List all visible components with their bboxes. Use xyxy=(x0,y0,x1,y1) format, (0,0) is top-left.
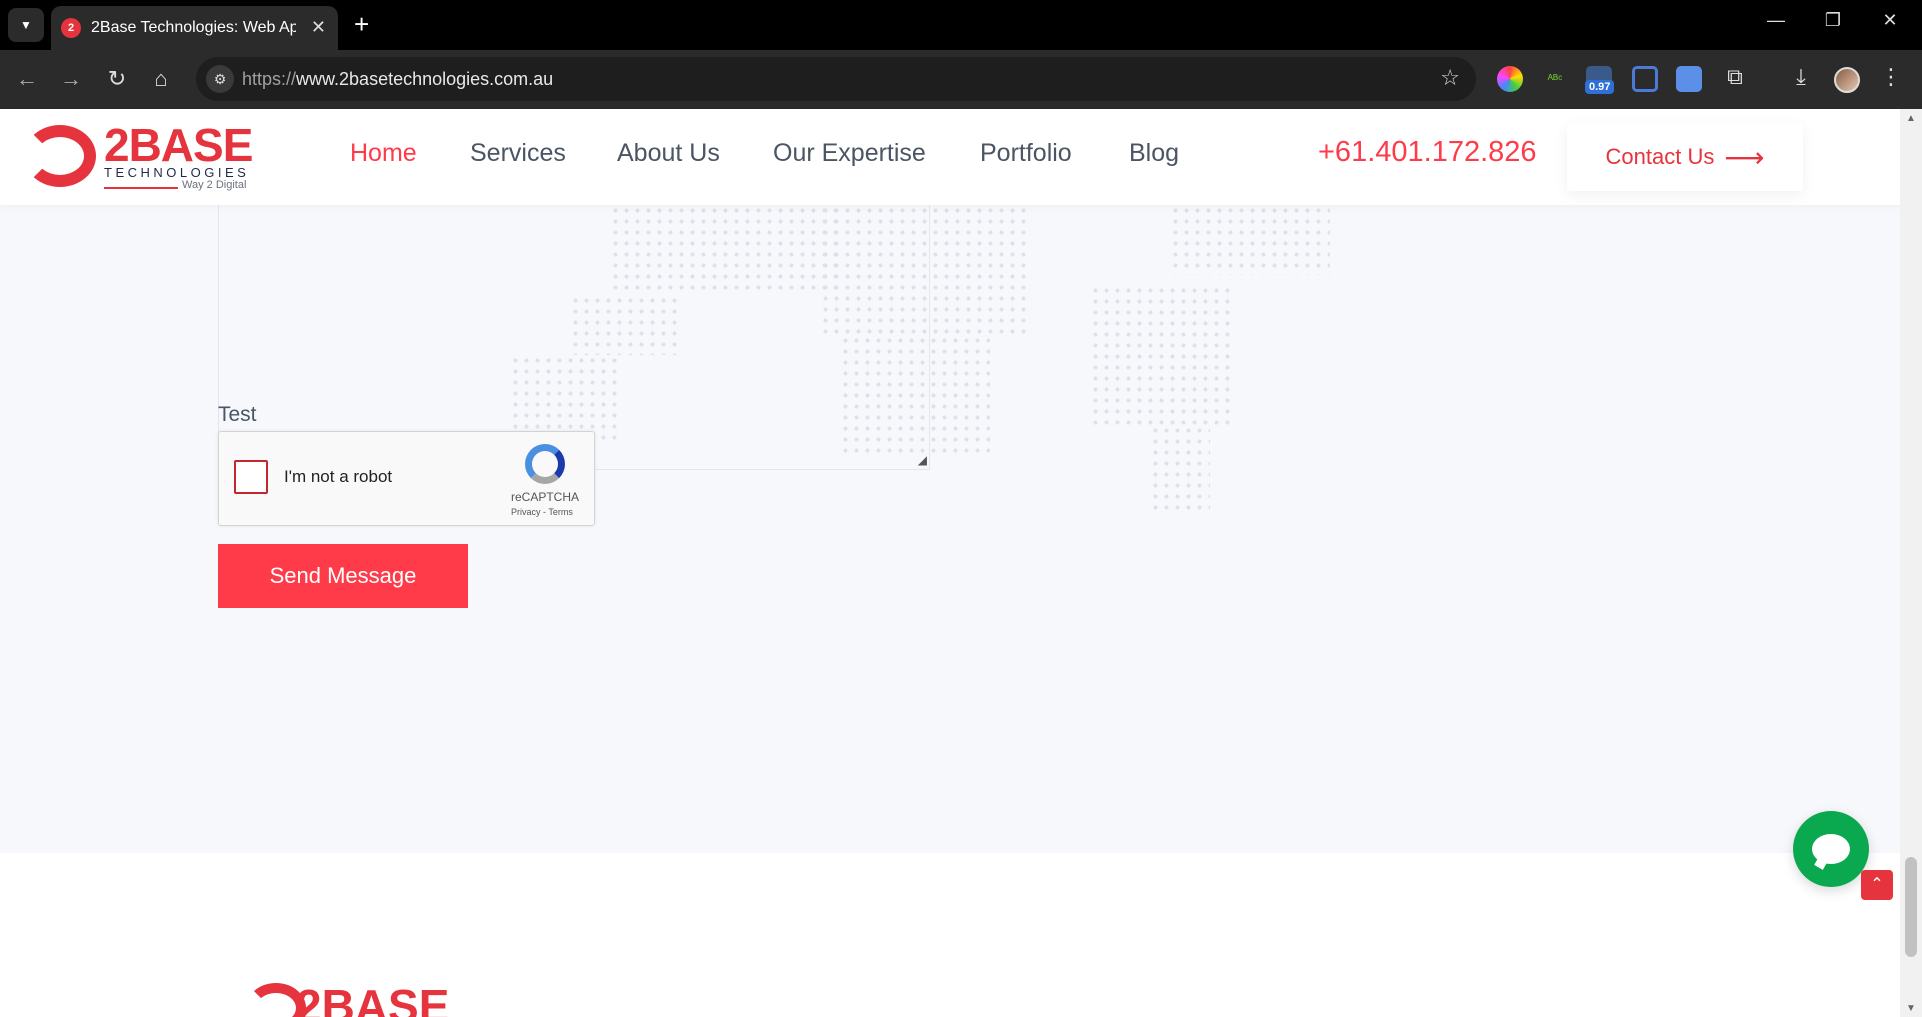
new-tab-button[interactable]: + xyxy=(354,9,369,39)
tab-title: 2Base Technologies: Web Applic xyxy=(91,19,296,36)
scroll-down-icon[interactable]: ▼ xyxy=(1906,1003,1916,1014)
site-favicon-icon: 2 xyxy=(61,18,81,38)
page-scrollbar[interactable]: ▲ ▼ xyxy=(1900,109,1922,1017)
logo-tagline: Way 2 Digital xyxy=(182,179,247,191)
extension-badge: 0.97 xyxy=(1585,80,1615,94)
bookmark-star-icon[interactable]: ☆ xyxy=(1440,65,1460,91)
browser-tab-active[interactable]: 2 2Base Technologies: Web Applic ✕ xyxy=(51,6,338,50)
recaptcha-widget: I'm not a robot reCAPTCHA Privacy - Term… xyxy=(218,431,595,526)
nav-home[interactable]: Home xyxy=(350,139,417,168)
phone-link[interactable]: +61.401.172.826 xyxy=(1318,136,1537,169)
nav-our-expertise[interactable]: Our Expertise xyxy=(773,139,926,168)
scrollbar-thumb[interactable] xyxy=(1905,857,1917,957)
extensions-puzzle-icon[interactable]: ⧉ xyxy=(1720,64,1750,90)
nav-about-us[interactable]: About Us xyxy=(617,139,720,168)
chevron-down-icon: ▼ xyxy=(20,18,32,32)
url-text[interactable]: https://www.2basetechnologies.com.au xyxy=(242,69,553,90)
nav-blog[interactable]: Blog xyxy=(1129,139,1179,168)
close-window-icon[interactable]: ✕ xyxy=(1870,10,1910,31)
footer-logo-text: 2BASE xyxy=(296,980,450,1017)
docs-extension-icon[interactable] xyxy=(1676,66,1702,92)
restore-icon[interactable]: ❐ xyxy=(1813,10,1853,31)
minimize-icon[interactable]: — xyxy=(1756,10,1796,31)
recaptcha-checkbox[interactable] xyxy=(234,460,268,494)
home-icon[interactable]: ⌂ xyxy=(146,64,176,94)
chevron-up-icon: ⌃ xyxy=(1870,876,1884,893)
screenshot-extension-icon[interactable] xyxy=(1632,66,1658,92)
browser-toolbar: ← → ↻ ⌂ ⚙ https://www.2basetechnologies.… xyxy=(0,50,1922,109)
recaptcha-privacy-terms-links[interactable]: Privacy - Terms xyxy=(511,507,573,517)
site-info-icon[interactable]: ⚙ xyxy=(206,65,234,93)
logo-subtitle: TECHNOLOGIES xyxy=(104,165,250,180)
site-header: 2BASE TECHNOLOGIES Way 2 Digital Home Se… xyxy=(0,109,1900,205)
address-bar[interactable]: ⚙ https://www.2basetechnologies.com.au ☆ xyxy=(196,57,1476,101)
footer-logo[interactable]: 2BASE xyxy=(246,979,466,1017)
spellcheck-extension-icon[interactable]: ᴬᴮᶜ xyxy=(1542,66,1568,92)
back-icon[interactable]: ← xyxy=(12,64,42,94)
forward-icon[interactable]: → xyxy=(56,64,86,94)
browser-tabbar: ▼ 2 2Base Technologies: Web Applic ✕ + —… xyxy=(0,0,1922,50)
kebab-menu-icon[interactable]: ⋮ xyxy=(1876,64,1906,90)
color-picker-extension-icon[interactable] xyxy=(1497,66,1523,92)
logo-text: 2BASE xyxy=(104,119,253,171)
captcha-field-label: Test xyxy=(218,403,257,426)
site-footer: 2BASE xyxy=(0,853,1900,1017)
arrow-right-icon: ⟶ xyxy=(1724,141,1765,173)
tab-close-icon[interactable]: ✕ xyxy=(311,17,326,38)
send-message-button[interactable]: Send Message xyxy=(218,544,468,608)
contact-us-button[interactable]: Contact Us ⟶ xyxy=(1567,123,1803,191)
tab-search-button[interactable]: ▼ xyxy=(8,8,44,42)
recaptcha-label: I'm not a robot xyxy=(284,467,393,486)
resize-grip-icon[interactable]: ◢ xyxy=(918,453,927,467)
nav-services[interactable]: Services xyxy=(470,139,566,168)
recaptcha-brand: reCAPTCHA xyxy=(511,490,580,504)
chat-bubble-icon xyxy=(1812,834,1850,864)
url-scheme: https:// xyxy=(242,69,297,89)
page-viewport: ◢ Test I'm not a robot reCAPTCHA Privacy… xyxy=(0,109,1900,1017)
logo-mark-icon xyxy=(24,125,96,187)
logo-underline xyxy=(104,187,178,189)
nav-portfolio[interactable]: Portfolio xyxy=(980,139,1072,168)
reload-icon[interactable]: ↻ xyxy=(102,64,132,94)
live-chat-button[interactable] xyxy=(1793,811,1869,887)
site-logo[interactable]: 2BASE TECHNOLOGIES Way 2 Digital xyxy=(24,121,260,191)
profile-avatar[interactable] xyxy=(1834,67,1860,93)
url-host: www.2basetechnologies.com.au xyxy=(296,69,554,89)
recaptcha-logo-icon xyxy=(525,444,565,484)
scroll-to-top-button[interactable]: ⌃ xyxy=(1861,870,1893,900)
scroll-up-icon[interactable]: ▲ xyxy=(1906,113,1916,124)
download-icon[interactable]: ⤓ xyxy=(1786,64,1816,90)
contact-us-label: Contact Us xyxy=(1605,144,1715,169)
